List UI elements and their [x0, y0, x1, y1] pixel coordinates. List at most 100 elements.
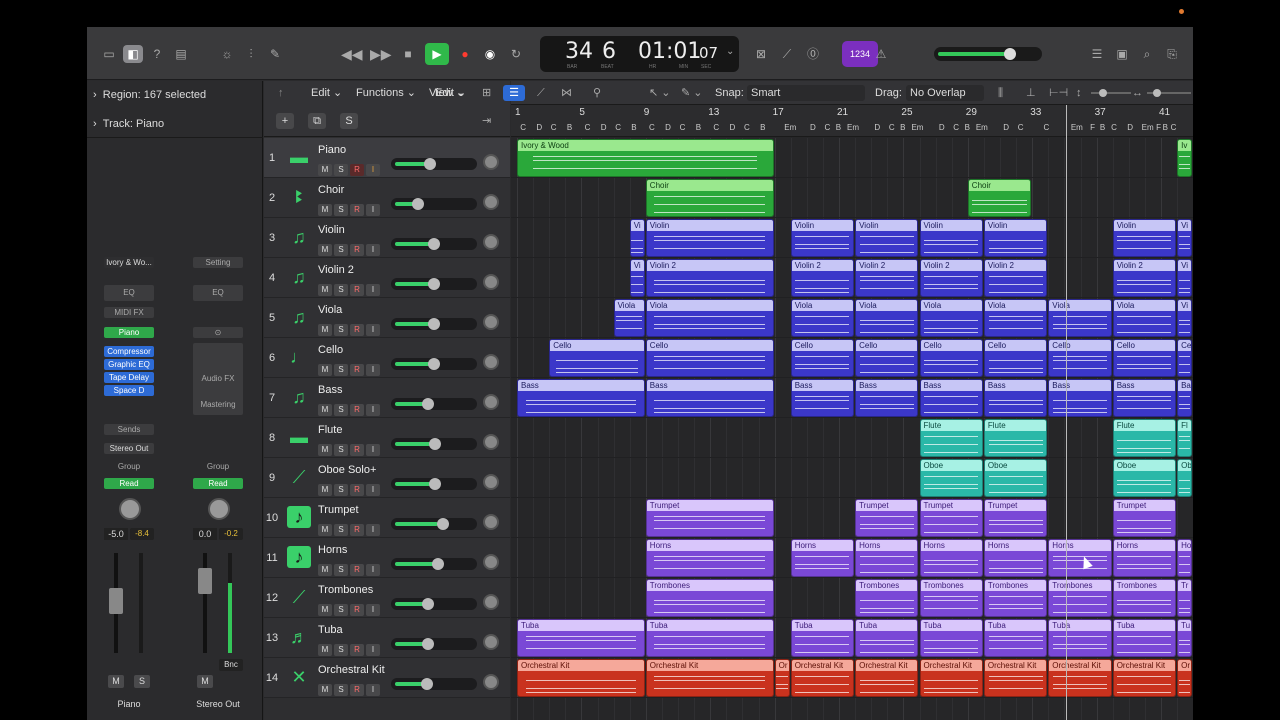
- region[interactable]: Horns: [919, 539, 983, 577]
- grid-view-icon[interactable]: ⊞: [482, 85, 491, 101]
- solo-button[interactable]: S: [334, 204, 348, 216]
- slider-knob[interactable]: [1099, 89, 1107, 97]
- region[interactable]: Trombones: [919, 579, 983, 617]
- volume-knob[interactable]: [420, 678, 433, 690]
- record-enable-button[interactable]: R: [350, 524, 364, 536]
- flex-icon[interactable]: ⋈: [561, 85, 572, 101]
- metronome-icon[interactable]: ⚠: [871, 45, 891, 63]
- region[interactable]: Horns: [983, 539, 1048, 577]
- region[interactable]: Violin: [1112, 219, 1177, 257]
- record-enable-button[interactable]: R: [350, 324, 364, 336]
- track-name[interactable]: Oboe Solo+: [318, 464, 376, 476]
- volume-knob[interactable]: [411, 198, 424, 210]
- chord-label[interactable]: C: [1043, 123, 1049, 132]
- notes-icon[interactable]: ▤: [171, 45, 191, 63]
- region[interactable]: Tuba: [517, 619, 645, 657]
- solo-button[interactable]: S: [334, 244, 348, 256]
- ruler[interactable]: 1 5 9 13 17 21 25 29 33 37 41 C D C B C D C B C D C B C D C B Em D C…: [511, 105, 1193, 137]
- pan-knob[interactable]: [483, 674, 499, 690]
- volume-knob[interactable]: [428, 238, 440, 250]
- track-volume-slider[interactable]: [391, 318, 477, 330]
- track-header[interactable]: 3 ♫ Violin M S R I: [264, 218, 510, 258]
- snap-dropdown[interactable]: Smart: [747, 85, 865, 101]
- record-enable-button[interactable]: R: [350, 364, 364, 376]
- region[interactable]: Fl: [1177, 419, 1192, 457]
- solo-button[interactable]: S: [334, 324, 348, 336]
- track-volume-slider[interactable]: [391, 438, 477, 450]
- region[interactable]: Viola: [919, 299, 983, 337]
- chord-label[interactable]: D: [601, 123, 607, 132]
- input-monitor-button[interactable]: I: [366, 444, 380, 456]
- volume-knob[interactable]: [428, 358, 440, 370]
- track-disclosure[interactable]: › Track: Piano: [93, 118, 164, 130]
- input-monitor-button[interactable]: I: [366, 524, 380, 536]
- drag-dropdown[interactable]: No Overlap: [906, 85, 984, 101]
- region[interactable]: Oboe: [983, 459, 1048, 497]
- track-volume-slider[interactable]: [391, 398, 477, 410]
- volume-knob[interactable]: [431, 558, 444, 570]
- track-name[interactable]: Flute: [318, 424, 342, 436]
- mixer-icon[interactable]: ⫶: [241, 45, 261, 63]
- region[interactable]: Viola: [790, 299, 855, 337]
- input-monitor-button[interactable]: I: [366, 404, 380, 416]
- link-icon[interactable]: ⊙: [193, 327, 243, 338]
- input-monitor-button[interactable]: I: [366, 364, 380, 376]
- fx-slot-1[interactable]: Compressor: [104, 346, 154, 357]
- region[interactable]: Cello: [790, 339, 855, 377]
- instrument-slot[interactable]: Piano: [104, 327, 154, 338]
- track-header[interactable]: 13 ♬ Tuba M S R I: [264, 618, 510, 658]
- solo-button[interactable]: S: [334, 684, 348, 696]
- region[interactable]: Cello: [645, 339, 774, 377]
- region[interactable]: Orchestral Kit: [517, 659, 645, 697]
- setting-slot[interactable]: Setting: [193, 257, 243, 268]
- chord-label[interactable]: C: [680, 123, 686, 132]
- volume-fader[interactable]: [198, 568, 212, 594]
- solo-button[interactable]: S: [334, 444, 348, 456]
- mute-button[interactable]: M: [318, 604, 332, 616]
- browsers-icon[interactable]: ⎘: [1162, 45, 1182, 63]
- track-lanes[interactable]: Ivory & Wood Iv Choir Choir Vi Violin Violin Vi…: [511, 138, 1193, 720]
- region[interactable]: Ob: [1177, 459, 1192, 497]
- chord-label[interactable]: Em: [784, 123, 796, 132]
- solo-button[interactable]: S: [334, 564, 348, 576]
- pan-knob[interactable]: [483, 194, 499, 210]
- region[interactable]: Orchestral Kit: [855, 659, 919, 697]
- pan-knob[interactable]: [483, 154, 499, 170]
- region[interactable]: Bass: [1112, 379, 1177, 417]
- chord-label[interactable]: C: [889, 123, 895, 132]
- catch-icon[interactable]: ⇥: [482, 113, 491, 129]
- track-header[interactable]: 11 ♪ Horns M S R I: [264, 538, 510, 578]
- solo-button[interactable]: S: [334, 484, 348, 496]
- region[interactable]: Flute: [983, 419, 1048, 457]
- region[interactable]: Trumpet: [983, 499, 1048, 537]
- track-name[interactable]: Trombones: [318, 584, 373, 596]
- chord-label[interactable]: C: [1111, 123, 1117, 132]
- functions-menu-button[interactable]: Functions ⌄: [356, 85, 416, 101]
- region[interactable]: Vi: [1177, 259, 1192, 297]
- input-monitor-button[interactable]: I: [366, 164, 380, 176]
- input-monitor-button[interactable]: I: [366, 684, 380, 696]
- midi-fx-slot[interactable]: MIDI FX: [104, 307, 154, 318]
- track-name[interactable]: Piano: [318, 144, 346, 156]
- region[interactable]: Bass: [517, 379, 645, 417]
- chord-label[interactable]: C: [713, 123, 719, 132]
- pan-knob[interactable]: [483, 354, 499, 370]
- pan-knob[interactable]: [483, 394, 499, 410]
- chord-label[interactable]: F: [1090, 123, 1095, 132]
- region[interactable]: Tu: [1177, 619, 1192, 657]
- region[interactable]: Viola: [645, 299, 774, 337]
- output-slot[interactable]: Stereo Out: [104, 443, 154, 454]
- region[interactable]: Ba: [1177, 379, 1192, 417]
- mute-button[interactable]: M: [318, 444, 332, 456]
- automation-slot[interactable]: Read: [104, 478, 154, 489]
- mute-button[interactable]: M: [318, 364, 332, 376]
- input-monitor-button[interactable]: I: [366, 564, 380, 576]
- fx-slot-3[interactable]: Tape Delay: [104, 372, 154, 383]
- cycle-icon[interactable]: ↻: [506, 45, 526, 63]
- input-monitor-button[interactable]: I: [366, 204, 380, 216]
- track-header[interactable]: 1 ▬ Piano M S R I: [264, 138, 510, 178]
- region[interactable]: Orchestral Kit: [790, 659, 855, 697]
- region[interactable]: Trombones: [983, 579, 1048, 617]
- track-lane[interactable]: [511, 458, 1193, 498]
- quantize-icon[interactable]: ⚲: [593, 85, 601, 101]
